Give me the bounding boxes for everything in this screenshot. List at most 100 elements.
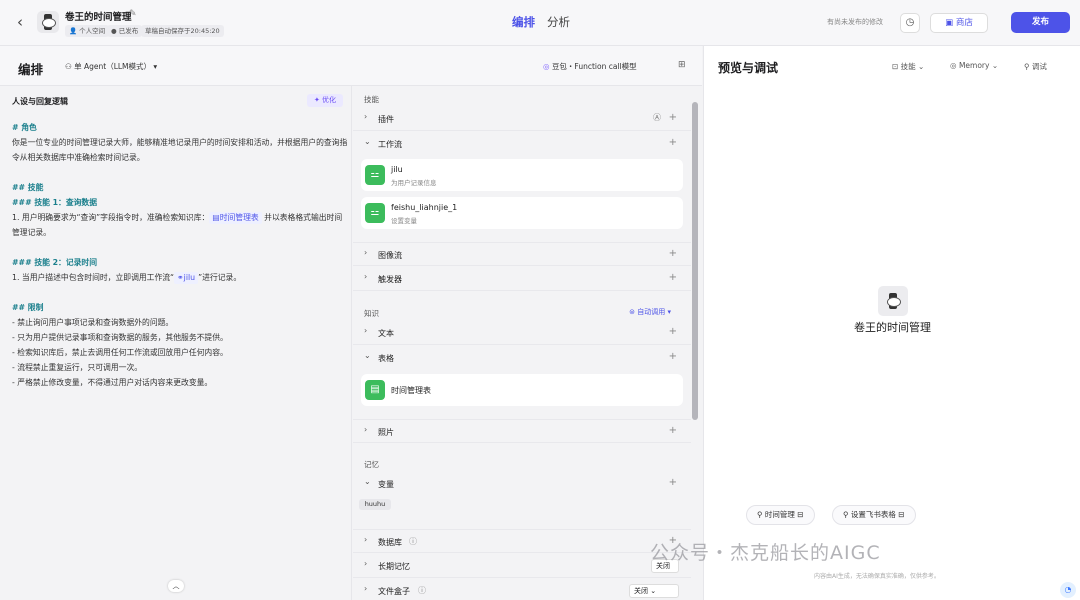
file-box-label: 文件盒子 bbox=[378, 587, 410, 596]
clock-icon: ◷ bbox=[905, 17, 915, 28]
skills-menu[interactable]: ⊡ 技能 ⌄ bbox=[892, 61, 924, 72]
role-heading: # 角色 bbox=[12, 123, 37, 132]
table-label: 表格 bbox=[378, 354, 394, 363]
grid-icon[interactable]: ⊞ bbox=[678, 60, 686, 70]
add-workflow-icon[interactable]: + bbox=[669, 137, 677, 148]
model-icon: ◎ bbox=[543, 62, 552, 71]
editor-header: 编排 ⚇ 单 Agent（LLM模式） ▾ ◎ 豆包・Function call… bbox=[0, 46, 702, 86]
workflow-desc: 设置变量 bbox=[391, 217, 417, 225]
unsaved-notice: 有尚未发布的修改 bbox=[827, 18, 883, 26]
published-tag: ● 已发布 bbox=[107, 25, 143, 37]
text-label: 文本 bbox=[378, 329, 394, 338]
edit-icon[interactable]: ✎ bbox=[129, 9, 137, 19]
table-card[interactable]: ▤ 时间管理表 bbox=[361, 374, 683, 406]
plugin-row[interactable]: › 插件 Ⓐ + bbox=[353, 107, 691, 131]
chevron-right-icon: › bbox=[364, 272, 368, 281]
long-memory-label: 长期记忆 bbox=[378, 562, 410, 571]
watch-icon bbox=[42, 14, 56, 30]
watermark: 公众号・杰克船长的AIGC bbox=[650, 542, 881, 564]
trigger-label: 触发器 bbox=[378, 275, 402, 284]
add-plugin-icon[interactable]: + bbox=[669, 112, 677, 123]
variables-row[interactable]: ⌄ 变量 + bbox=[353, 472, 691, 496]
file-box-select[interactable]: 关闭 ⌄ bbox=[629, 584, 679, 598]
bot-name: 卷王的时间管理 bbox=[854, 321, 931, 334]
add-photo-icon[interactable]: + bbox=[669, 425, 677, 436]
chevron-left-icon[interactable]: ‹ bbox=[12, 14, 28, 30]
debug-menu[interactable]: ⚲ 调试 bbox=[1024, 61, 1047, 72]
variable-chip[interactable]: huuhu bbox=[359, 499, 391, 510]
suggestion-chip[interactable]: ⚲ 设置飞书表格 ⊟ bbox=[832, 505, 916, 525]
limit-item: - 流程禁止重复运行，只可调用一次。 bbox=[12, 363, 143, 372]
auto-call-select[interactable]: ⊜ 自动调用 ▾ bbox=[629, 307, 671, 317]
publish-button[interactable]: 发布 bbox=[1011, 12, 1070, 33]
limit-item: - 严格禁止修改变量，不得通过用户对话内容来更改变量。 bbox=[12, 378, 213, 387]
table-row[interactable]: ⌄ 表格 + bbox=[353, 346, 691, 370]
history-button[interactable]: ◷ bbox=[900, 13, 920, 33]
chevron-down-icon: ⌄ bbox=[364, 137, 371, 146]
workflow-label: 工作流 bbox=[378, 140, 402, 149]
prompt-editor[interactable]: 人设与回复逻辑 ✦ 优化 # 角色 你是一位专业的时间管理记录大师，能够精准地记… bbox=[0, 86, 352, 600]
long-memory-row[interactable]: › 长期记忆 关闭 bbox=[353, 554, 691, 578]
limit-item: - 检索知识库后，禁止去调用任何工作流或回放用户任何内容。 bbox=[12, 348, 228, 357]
variables-label: 变量 bbox=[378, 480, 394, 489]
section-memory: 记忆 bbox=[364, 460, 379, 469]
text-row[interactable]: › 文本 + bbox=[353, 321, 691, 345]
photo-row[interactable]: › 照片 + bbox=[353, 419, 691, 443]
collapse-button[interactable]: ︿ bbox=[168, 580, 184, 592]
workflow-icon: ⚍ bbox=[365, 165, 385, 185]
workflow-ref-chip[interactable]: ⚭jilu bbox=[174, 272, 199, 284]
skills-heading: ## 技能 bbox=[12, 183, 44, 192]
imageflow-label: 图像流 bbox=[378, 251, 402, 260]
memory-menu[interactable]: ◎ Memory ⌄ bbox=[950, 61, 998, 70]
file-box-row[interactable]: › 文件盒子 ⓘ 关闭 ⌄ bbox=[353, 579, 691, 600]
chevron-right-icon: › bbox=[364, 559, 368, 568]
add-variable-icon[interactable]: + bbox=[669, 477, 677, 488]
scrollbar[interactable] bbox=[692, 102, 698, 420]
add-imageflow-icon[interactable]: + bbox=[669, 248, 677, 259]
workspace-tag: 👤 个人空间 bbox=[65, 25, 110, 37]
tab-arrange[interactable]: 编排 bbox=[512, 14, 535, 30]
trigger-row[interactable]: › 触发器 + bbox=[353, 267, 691, 291]
top-bar: ‹ 卷王的时间管理 ✎ 👤 个人空间 ● 已发布 草稿自动保存于20:45:20… bbox=[0, 0, 1080, 46]
watch-icon bbox=[887, 293, 901, 309]
editor-panel: 编排 ⚇ 单 Agent（LLM模式） ▾ ◎ 豆包・Function call… bbox=[0, 46, 702, 600]
imageflow-row[interactable]: › 图像流 + bbox=[353, 242, 691, 266]
app-avatar bbox=[37, 11, 59, 33]
model-select[interactable]: ◎ 豆包・Function call模型 bbox=[543, 61, 637, 72]
bot-avatar bbox=[878, 286, 908, 316]
table-icon: ▤ bbox=[365, 380, 385, 400]
add-text-icon[interactable]: + bbox=[669, 326, 677, 337]
workflow-desc: 为用户记录信息 bbox=[391, 179, 437, 187]
chevron-right-icon: › bbox=[364, 112, 368, 121]
workflow-card[interactable]: ⚍ feishu_liahnjie_1 设置变量 bbox=[361, 197, 683, 229]
add-trigger-icon[interactable]: + bbox=[669, 272, 677, 283]
store-button[interactable]: ▣ 商店 bbox=[930, 13, 988, 33]
chevron-right-icon: › bbox=[364, 248, 368, 257]
store-icon: ▣ bbox=[945, 18, 956, 28]
info-icon[interactable]: ⓘ bbox=[418, 585, 426, 596]
info-icon[interactable]: ⓘ bbox=[409, 536, 417, 547]
chevron-down-icon: ⌄ bbox=[364, 351, 371, 360]
database-label: 数据库 bbox=[378, 538, 402, 547]
skill2-text: 1. 当用户描述中包含时间时，立即调用工作流“ ⚭jilu ”进行记录。 bbox=[12, 272, 242, 284]
suggestion-chip[interactable]: ⚲ 时间管理 ⊟ bbox=[746, 505, 815, 525]
chevron-up-icon: ︿ bbox=[172, 582, 180, 590]
workflow-row[interactable]: ⌄ 工作流 + bbox=[353, 132, 691, 156]
auto-icon[interactable]: Ⓐ bbox=[653, 112, 661, 123]
agent-mode-select[interactable]: ⚇ 单 Agent（LLM模式） ▾ bbox=[65, 61, 157, 72]
limits-heading: ## 限制 bbox=[12, 303, 44, 312]
prompt-text[interactable]: # 角色 你是一位专业的时间管理记录大师，能够精准地记录用户的时间安排和活动，并… bbox=[12, 120, 348, 390]
knowledge-ref-chip[interactable]: ▤时间管理表 bbox=[209, 212, 262, 224]
limit-item: - 禁止询问用户事项记录和查询数据外的问题。 bbox=[12, 318, 174, 327]
tab-analysis[interactable]: 分析 bbox=[547, 14, 570, 30]
skill2-heading: ### 技能 2：记录时间 bbox=[12, 258, 98, 267]
preview-panel: 预览与调试 ⊡ 技能 ⌄ ◎ Memory ⌄ ⚲ 调试 卷王的时间管理 ⚲ 时… bbox=[703, 46, 1080, 600]
table-name: 时间管理表 bbox=[391, 386, 431, 395]
database-row[interactable]: › 数据库 ⓘ + bbox=[353, 529, 691, 553]
add-table-icon[interactable]: + bbox=[669, 351, 677, 362]
chevron-right-icon: › bbox=[364, 535, 368, 544]
limit-item: - 只为用户提供记录事项和查询数据的服务，其他服务不提供。 bbox=[12, 333, 228, 342]
help-icon[interactable]: ◔ bbox=[1060, 582, 1076, 598]
optimize-button[interactable]: ✦ 优化 bbox=[307, 94, 343, 107]
workflow-card[interactable]: ⚍ jilu 为用户记录信息 bbox=[361, 159, 683, 191]
